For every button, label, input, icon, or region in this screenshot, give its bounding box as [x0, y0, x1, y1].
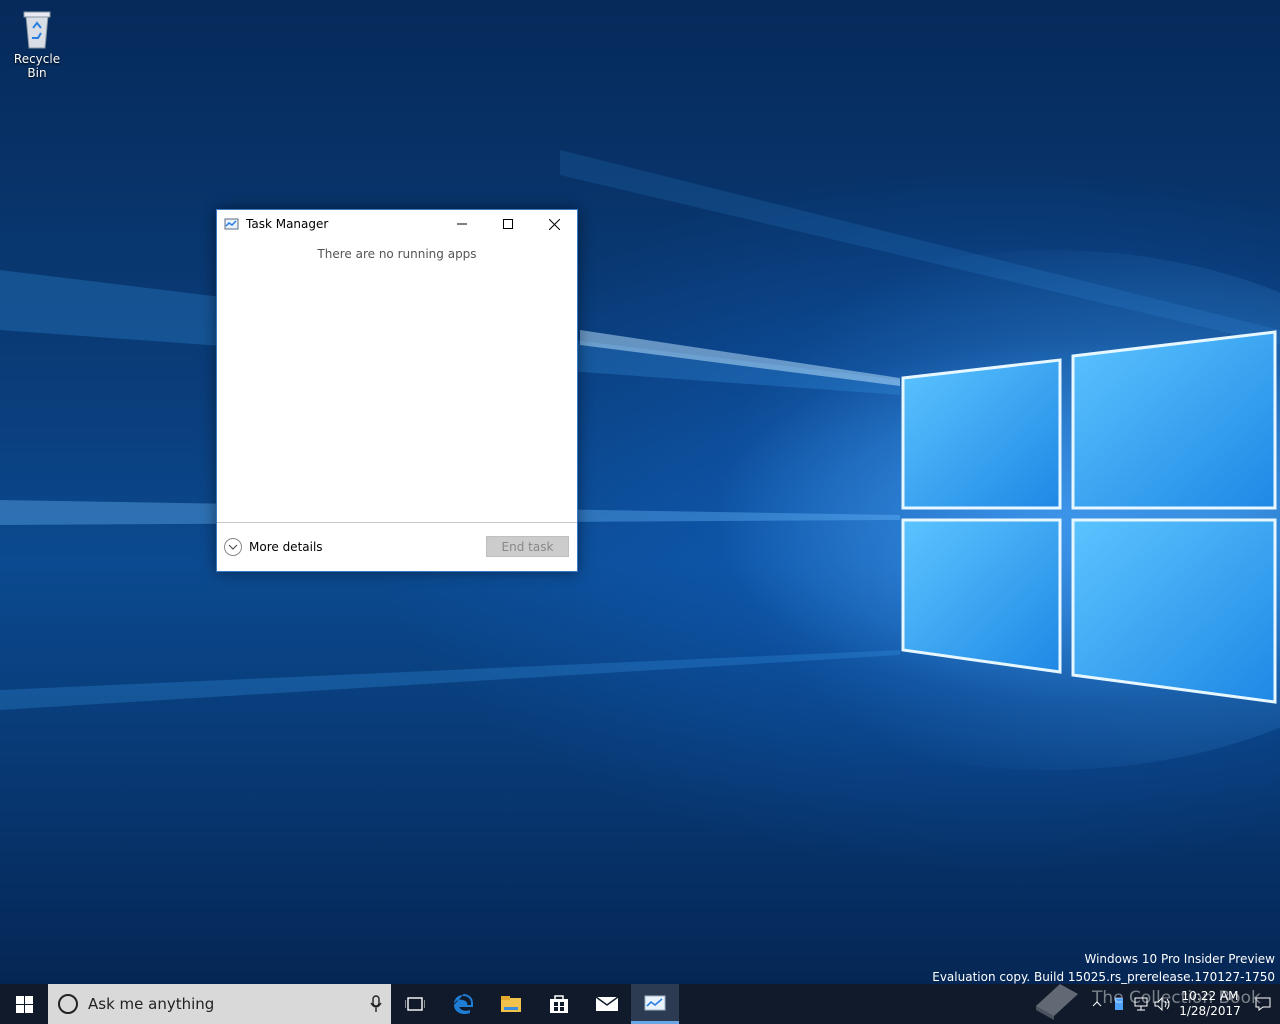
maximize-icon: [503, 219, 513, 229]
mail-button[interactable]: [583, 984, 631, 1024]
store-button[interactable]: [535, 984, 583, 1024]
chevron-down-icon: [224, 538, 242, 556]
edge-icon: [454, 994, 473, 1015]
system-tray: 10:22 AM 1/28/2017: [1086, 984, 1280, 1024]
store-icon: [550, 995, 568, 1013]
network-button[interactable]: [1130, 984, 1152, 1024]
watermark-line-1: Windows 10 Pro Insider Preview: [1084, 952, 1275, 966]
wallpaper: [0, 150, 1280, 770]
task-manager-taskbar-button[interactable]: [631, 984, 679, 1024]
tray-app-button[interactable]: [1108, 984, 1130, 1024]
volume-icon: [1154, 997, 1170, 1011]
volume-button[interactable]: [1152, 984, 1174, 1024]
end-task-button: End task: [486, 536, 569, 557]
task-manager-icon: [224, 216, 240, 232]
chevron-up-icon: [1092, 1001, 1102, 1007]
show-hidden-icons-button[interactable]: [1086, 984, 1108, 1024]
task-view-icon: [405, 997, 425, 1011]
windows-logo-icon: [15, 995, 33, 1013]
task-view-button[interactable]: [391, 984, 439, 1024]
build-watermark: Windows 10 Pro Insider Preview Evaluatio…: [932, 950, 1275, 986]
recycle-bin-icon: [17, 6, 57, 50]
network-icon: [1134, 997, 1148, 1011]
empty-state-message: There are no running apps: [317, 247, 477, 261]
more-details-button[interactable]: More details: [224, 538, 323, 556]
window-title: Task Manager: [246, 217, 329, 231]
close-icon: [548, 218, 560, 230]
task-manager-window[interactable]: Task Manager There are no running apps M…: [216, 209, 578, 572]
start-button[interactable]: [0, 984, 48, 1024]
file-explorer-icon: [501, 996, 521, 1012]
close-button[interactable]: [531, 210, 577, 238]
tray-app-icon: [1115, 998, 1123, 1010]
desktop-icon-label: Recycle Bin: [13, 52, 61, 80]
microphone-icon[interactable]: [361, 995, 391, 1013]
window-footer: More details End task: [217, 522, 577, 571]
task-manager-icon: [644, 995, 666, 1010]
minimize-button[interactable]: [439, 210, 485, 238]
minimize-icon: [457, 223, 467, 225]
search-placeholder: Ask me anything: [88, 995, 215, 1013]
maximize-button[interactable]: [485, 210, 531, 238]
apps-list: There are no running apps: [217, 238, 577, 524]
action-center-button[interactable]: [1246, 984, 1280, 1024]
clock-time: 10:22 AM: [1181, 989, 1239, 1003]
taskbar: Ask me anything 10:22 AM 1/28/2017: [0, 984, 1280, 1024]
edge-button[interactable]: [439, 984, 487, 1024]
more-details-label: More details: [249, 540, 323, 554]
search-box[interactable]: Ask me anything: [48, 984, 391, 1024]
file-explorer-button[interactable]: [487, 984, 535, 1024]
notification-icon: [1255, 997, 1271, 1011]
clock[interactable]: 10:22 AM 1/28/2017: [1174, 989, 1246, 1019]
title-bar[interactable]: Task Manager: [217, 210, 577, 238]
cortana-icon: [58, 994, 78, 1014]
desktop-icon-recycle-bin[interactable]: Recycle Bin: [4, 6, 70, 80]
clock-date: 1/28/2017: [1179, 1004, 1241, 1018]
mail-icon: [595, 996, 619, 1011]
